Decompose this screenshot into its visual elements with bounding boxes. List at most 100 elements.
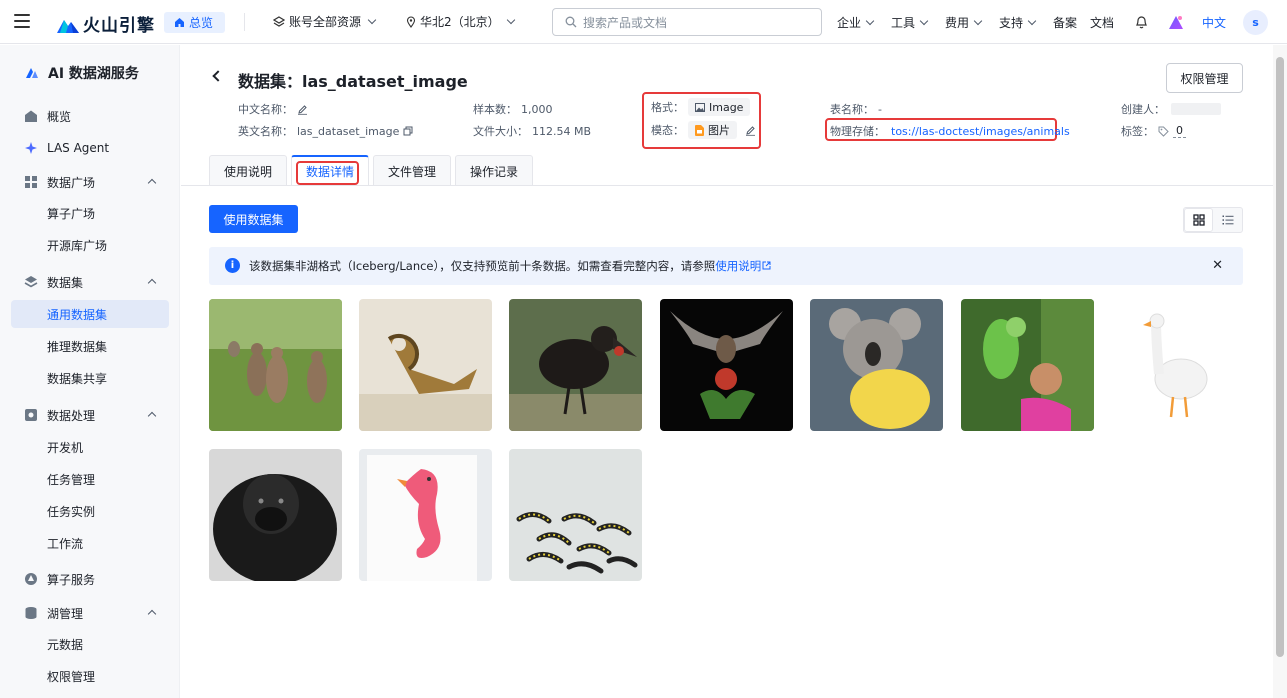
image-thumbnail-bat[interactable] [660,299,793,431]
chevron-down-icon [973,16,983,26]
format-chip: Image [688,98,751,116]
nav-support[interactable]: 支持 [999,14,1039,31]
sidebar-title-text: AI 数据湖服务 [48,66,139,82]
page-scrollbar[interactable] [1273,45,1287,698]
scrollbar-thumb[interactable] [1276,57,1284,657]
main-panel: 数据集：las_dataset_image 权限管理 中文名称： 英文名称： l… [181,45,1273,698]
account-scope-label: 账号全部资源 [289,15,362,29]
brand-name: 火山引擎 [83,16,155,36]
sample-count-value: 1,000 [521,102,553,116]
sidebar-item-task-instances[interactable]: 任务实例 [11,497,169,525]
sidebar-group-lake-management[interactable]: 湖管理 [11,599,169,627]
account-scope-select[interactable]: 账号全部资源 [273,13,379,30]
view-toggle [1183,207,1243,233]
grid-view-button[interactable] [1184,208,1214,232]
ai-assistant-icon[interactable] [1167,13,1185,31]
image-thumbnail-hornbill[interactable] [509,299,642,431]
nav-label: 支持 [999,16,1024,30]
bell-icon[interactable] [1135,15,1148,29]
format-value: Image [709,100,744,114]
sidebar-item-general-datasets[interactable]: 通用数据集 [11,300,169,328]
volcano-logo-icon [57,19,79,33]
external-link-icon [762,261,771,270]
format-label: 格式： [651,101,684,114]
en-name-value: las_dataset_image [297,124,400,138]
sidebar-item-label: 数据广场 [47,175,96,190]
edit-icon[interactable] [297,104,308,115]
sidebar-item-overview[interactable]: 概览 [11,102,169,130]
sidebar-item-dataset-sharing[interactable]: 数据集共享 [11,364,169,392]
sidebar-group-data-processing[interactable]: 数据处理 [11,401,169,429]
image-thumbnail-parrot[interactable] [961,299,1094,431]
sidebar-item-label: 工作流 [47,536,84,551]
copy-icon[interactable] [403,126,413,136]
edit-icon[interactable] [745,125,756,136]
image-thumbnail-lizard[interactable] [359,299,492,431]
nav-enterprise[interactable]: 企业 [837,14,877,31]
sidebar-item-las-agent[interactable]: LAS Agent [11,134,169,162]
modality-field: 模态： 图片 [651,121,756,139]
sidebar-group-data-plaza[interactable]: 数据广场 [11,168,169,196]
sidebar-item-label: 推理数据集 [47,339,108,354]
home-button[interactable]: 总览 [164,12,226,33]
tab-usage-guide[interactable]: 使用说明 [209,155,288,186]
sidebar-item-task-management[interactable]: 任务管理 [11,465,169,493]
language-switch[interactable]: 中文 [1202,14,1226,31]
sidebar-item-label: 算子广场 [47,206,96,221]
tab-operation-log[interactable]: 操作记录 [455,155,534,186]
image-icon [695,102,705,112]
nav-docs[interactable]: 文档 [1090,14,1114,31]
region-label: 华北2（北京） [420,15,500,29]
sidebar-item-permissions[interactable]: 权限管理 [11,662,169,690]
close-icon[interactable]: ✕ [1212,258,1223,273]
chevron-down-icon [367,15,377,25]
highlight-box [296,161,360,185]
sidebar-item-opensource-plaza[interactable]: 开源库广场 [11,231,169,259]
menu-icon[interactable] [14,14,30,28]
chevron-up-icon [147,278,157,288]
modality-chip: 图片 [688,121,737,139]
image-thumbnail-gorilla[interactable] [209,449,342,581]
tags-count[interactable]: 0 [1173,124,1186,138]
sidebar-group-datasets[interactable]: 数据集 [11,268,169,296]
image-thumbnail-seahorse[interactable] [359,449,492,581]
sidebar-item-operator-service[interactable]: 算子服务 [11,565,169,593]
storage-link[interactable]: tos://las-doctest/images/animals [891,125,1070,138]
chevron-up-icon [147,411,157,421]
use-dataset-button[interactable]: 使用数据集 [209,205,298,233]
nav-tools[interactable]: 工具 [891,14,931,31]
creator-redacted [1171,103,1221,115]
notice-text: 该数据集非湖格式（Iceberg/Lance），仅支持预览前十条数据。如需查看完… [249,258,771,274]
nav-billing[interactable]: 费用 [945,14,985,31]
tab-data-details[interactable]: 数据详情 [291,155,370,186]
search-input[interactable]: 搜索产品或文档 [552,8,822,36]
permission-management-button[interactable]: 权限管理 [1166,63,1243,93]
sparkle-icon [25,142,37,154]
sidebar-item-dev-machine[interactable]: 开发机 [11,433,169,461]
sidebar-item-operator-plaza[interactable]: 算子广场 [11,199,169,227]
image-thumbnail-caterpillars[interactable] [509,449,642,581]
chevron-down-icon [919,16,929,26]
sidebar-item-workflow[interactable]: 工作流 [11,529,169,557]
tab-bar: 使用说明 数据详情 文件管理 操作记录 [209,155,534,186]
brand-logo[interactable]: 火山引擎 [57,11,155,36]
sidebar-item-metadata[interactable]: 元数据 [11,630,169,658]
sidebar-item-label: 数据处理 [47,408,96,423]
region-select[interactable]: 华北2（北京） [406,13,518,30]
sidebar-item-inference-datasets[interactable]: 推理数据集 [11,332,169,360]
image-thumbnail-koala[interactable] [810,299,943,431]
avatar[interactable]: s [1243,10,1268,35]
operator-icon [25,573,37,585]
nav-filing[interactable]: 备案 [1053,14,1077,31]
back-arrow-icon[interactable] [212,70,224,82]
sample-count-label: 样本数： [473,103,517,116]
image-thumbnail-goose[interactable] [1111,299,1244,431]
search-icon [565,16,577,28]
lizard-image [359,299,492,431]
image-thumbnail-kangaroos[interactable] [209,299,342,431]
file-size-label: 文件大小： [473,125,528,138]
notice-link[interactable]: 使用说明 [715,259,771,273]
list-view-button[interactable] [1213,208,1242,232]
sidebar-item-label: 开发机 [47,440,84,455]
tab-file-management[interactable]: 文件管理 [373,155,452,186]
